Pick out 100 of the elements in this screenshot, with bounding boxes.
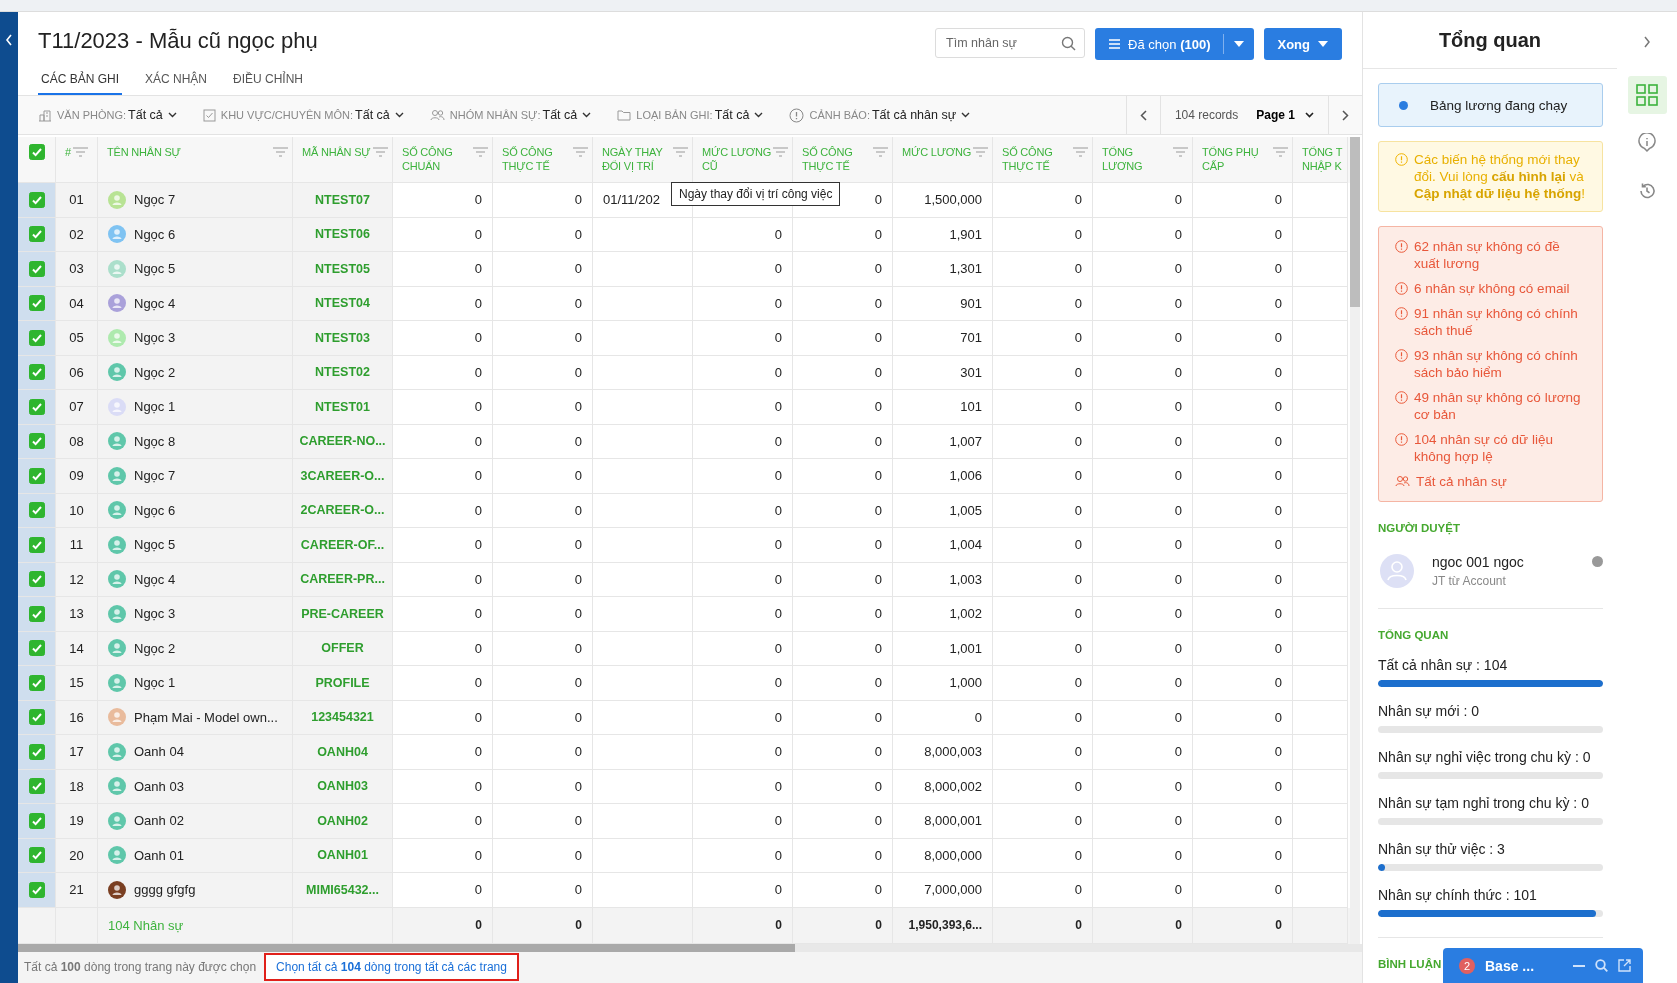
table-cell: 0 (693, 493, 793, 528)
checkbox[interactable] (28, 674, 45, 691)
table-cell: 0 (1193, 735, 1293, 770)
checkbox[interactable] (28, 226, 45, 243)
filter-dropdown[interactable]: VĂN PHÒNG: Tất cả (38, 108, 177, 122)
table-cell: 101 (893, 390, 993, 425)
alert-icon (789, 107, 805, 123)
filter-icon[interactable] (1173, 147, 1188, 157)
search-field[interactable]: Tìm nhân sự (935, 28, 1086, 58)
row-number: 10 (56, 493, 98, 528)
filter-icon[interactable] (773, 147, 788, 157)
checkbox[interactable] (28, 778, 45, 795)
filter-dropdown[interactable]: KHU VỰC/CHUYÊN MÔN: Tất cả (202, 108, 404, 122)
checkbox[interactable] (28, 709, 45, 726)
error-item[interactable]: 91 nhân sự không có chính sách thuế (1414, 305, 1582, 339)
page-dropdown[interactable]: Page 1 (1250, 96, 1328, 134)
filter-icon[interactable] (973, 147, 988, 157)
error-item[interactable]: 93 nhân sự không có chính sách bảo hiểm (1414, 347, 1582, 381)
checkbox[interactable] (28, 571, 45, 588)
checkbox[interactable] (28, 536, 45, 553)
checkbox[interactable] (28, 191, 45, 208)
table-cell: 0 (1193, 183, 1293, 218)
checkbox[interactable] (28, 144, 45, 160)
filter-icon[interactable] (1273, 147, 1288, 157)
search-icon[interactable] (1595, 959, 1608, 972)
section-heading: TỔNG QUAN (1378, 629, 1449, 641)
table-cell: 0 (493, 390, 593, 425)
column-header: TỔNG LƯƠNG (1102, 145, 1144, 173)
chevron-right-icon[interactable] (1643, 36, 1651, 48)
menu-icon (1109, 39, 1121, 49)
error-item[interactable]: 62 nhân sự không có đề xuất lương (1414, 238, 1582, 272)
filter-icon[interactable] (373, 147, 388, 157)
table-cell: 0 (993, 424, 1093, 459)
checkbox[interactable] (28, 640, 45, 657)
table-cell (1293, 459, 1348, 494)
stat-label: Nhân sự tạm nghỉ trong chu kỳ : 0 (1378, 795, 1590, 811)
error-item[interactable]: 104 nhân sự có dữ liệu không hợp lệ (1414, 431, 1582, 465)
chevron-left-icon[interactable] (5, 34, 13, 46)
scrollbar-thumb[interactable] (1350, 137, 1360, 307)
error-item[interactable]: Tất cả nhân sự (1416, 473, 1507, 490)
table-cell: 0 (1193, 597, 1293, 632)
total-cell: 0 (1193, 907, 1293, 944)
tab[interactable]: ĐIỀU CHỈNH (230, 65, 307, 95)
checkbox[interactable] (28, 433, 45, 450)
checkbox[interactable] (28, 467, 45, 484)
select-all-link[interactable]: Chọn tất cả 104 dòng trong tất cả các trang (264, 953, 519, 982)
table-cell: 0 (1193, 804, 1293, 839)
filter-icon[interactable] (573, 147, 588, 157)
chevron-down-icon (754, 112, 764, 118)
table-cell: 0 (993, 183, 1093, 218)
warning-text: Các biến hệ thống mới thay đổi. Vui lòng cấu hình lại và Cập nhật dữ liệu hệ thống! (1414, 151, 1587, 202)
checkbox[interactable] (28, 812, 45, 829)
checkbox[interactable] (28, 364, 45, 381)
filter-icon[interactable] (1073, 147, 1088, 157)
employee-name: Ngọc 2 (134, 640, 176, 656)
filter-dropdown[interactable]: NHÓM NHÂN SỰ: Tất cả (429, 108, 592, 122)
external-link-icon[interactable] (1618, 959, 1631, 972)
table-cell: 0 (793, 217, 893, 252)
chat-widget[interactable]: 2 Base ... (1443, 948, 1643, 983)
alert-icon (1395, 433, 1408, 446)
filter-icon[interactable] (273, 147, 288, 157)
tab[interactable]: XÁC NHẬN (142, 65, 211, 95)
error-item[interactable]: 6 nhân sự không có email (1414, 280, 1570, 297)
employee-name: Oanh 01 (134, 847, 184, 863)
filter-icon[interactable] (873, 147, 888, 157)
table-cell: 0 (693, 769, 793, 804)
table-cell: 0 (793, 390, 893, 425)
filter-icon[interactable] (72, 147, 88, 157)
checkbox[interactable] (28, 881, 45, 898)
table-cell: 0 (693, 390, 793, 425)
scrollbar-thumb[interactable] (18, 943, 795, 952)
checkbox[interactable] (28, 398, 45, 415)
table-cell: 0 (693, 735, 793, 770)
checkbox[interactable] (28, 502, 45, 519)
table-cell: 0 (1093, 769, 1193, 804)
checkbox[interactable] (28, 605, 45, 622)
minimize-icon[interactable] (1573, 964, 1585, 967)
table-cell (1293, 562, 1348, 597)
checkbox[interactable] (28, 260, 45, 277)
checkbox[interactable] (28, 743, 45, 760)
filter-icon[interactable] (673, 147, 688, 157)
error-item[interactable]: 49 nhân sự không có lương cơ bản (1414, 389, 1582, 423)
filter-dropdown[interactable]: CẢNH BÁO: Tất cả nhân sự (789, 107, 971, 123)
table-cell: 0 (993, 286, 1093, 321)
table-cell: 0 (393, 252, 493, 287)
checkbox[interactable] (28, 329, 45, 346)
employee-code: NTEST05 (293, 252, 393, 287)
table-cell: 1,005 (893, 493, 993, 528)
done-button[interactable]: Xong (1263, 28, 1342, 60)
checkbox[interactable] (28, 295, 45, 312)
table-cell (1293, 217, 1348, 252)
grid-icon[interactable] (1627, 76, 1667, 114)
employee-name: Ngọc 5 (134, 261, 176, 277)
checkbox[interactable] (28, 847, 45, 864)
row-number: 08 (56, 424, 98, 459)
filter-dropdown[interactable]: LOẠI BẢN GHI: Tất cả (617, 108, 764, 122)
table-cell: 0 (393, 355, 493, 390)
filter-icon[interactable] (473, 147, 488, 157)
table-cell: 0 (393, 769, 493, 804)
table-cell: 1,004 (893, 528, 993, 563)
